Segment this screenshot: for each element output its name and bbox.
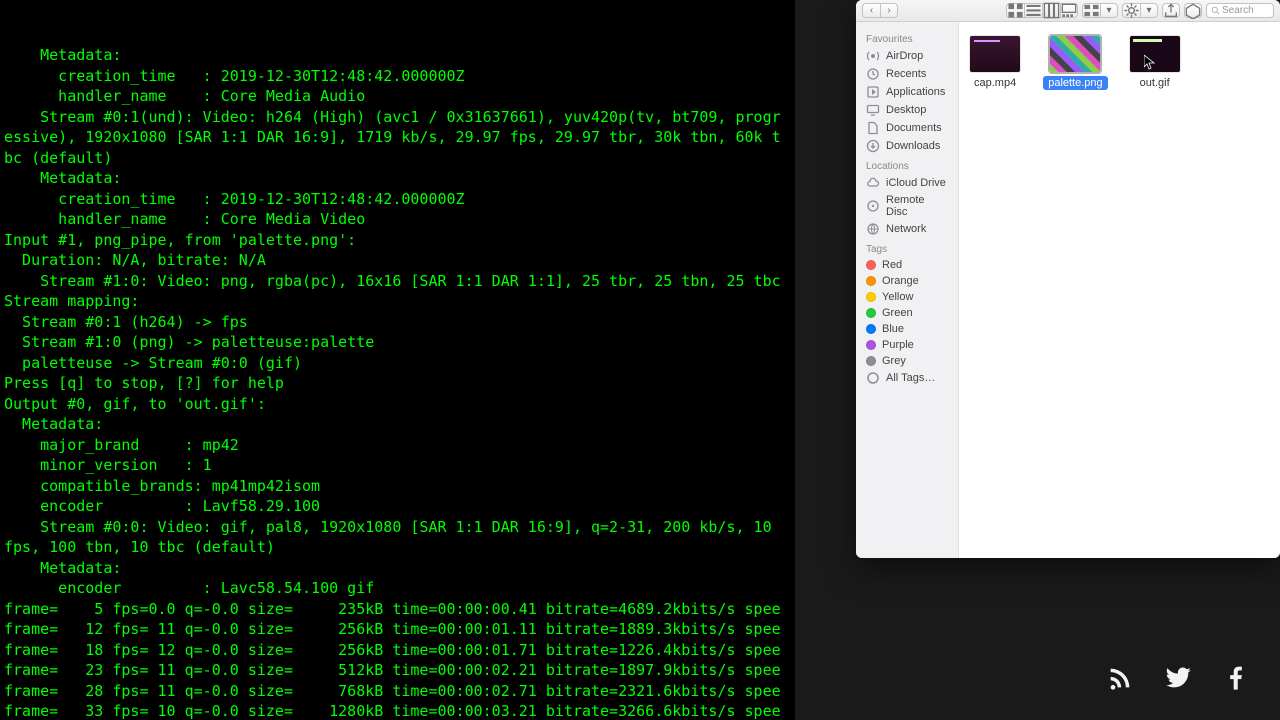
sidebar-item-label: Desktop: [886, 104, 926, 116]
search-icon: [1211, 6, 1220, 15]
sidebar-tag-yellow[interactable]: Yellow: [856, 289, 958, 305]
share-button[interactable]: [1162, 3, 1180, 18]
sidebar-item-label: Documents: [886, 122, 942, 134]
finder-window: ‹ › ▾ ▾: [856, 0, 1280, 558]
file-item[interactable]: out.gif: [1130, 36, 1180, 90]
sidebar-item-label: Blue: [882, 323, 904, 335]
clock-icon: [866, 67, 880, 81]
tag-dot-icon: [866, 276, 876, 286]
sidebar-item-label: Downloads: [886, 140, 940, 152]
facebook-icon[interactable]: [1222, 664, 1250, 697]
sidebar-item-label: Red: [882, 259, 902, 271]
sidebar-item-label: Grey: [882, 355, 906, 367]
sidebar-item-label: Recents: [886, 68, 926, 80]
sidebar-all-tags[interactable]: All Tags…: [856, 369, 958, 387]
tag-dot-icon: [866, 324, 876, 334]
tag-dot-icon: [866, 260, 876, 270]
sidebar-tag-green[interactable]: Green: [856, 305, 958, 321]
sidebar-item-label: Green: [882, 307, 913, 319]
globe-icon: [866, 222, 880, 236]
terminal-window[interactable]: Metadata: creation_time : 2019-12-30T12:…: [0, 0, 795, 720]
sidebar-item-desktop[interactable]: Desktop: [856, 101, 958, 119]
arrange-buttons: ▾: [1082, 3, 1118, 18]
search-field[interactable]: Search: [1206, 3, 1274, 18]
tag-dot-icon: [866, 308, 876, 318]
action-gear-button[interactable]: [1122, 3, 1140, 18]
sidebar-item-label: AirDrop: [886, 50, 923, 62]
file-label: cap.mp4: [969, 76, 1021, 90]
alltags-icon: [866, 371, 880, 385]
sidebar-item-icloud-drive[interactable]: iCloud Drive: [856, 174, 958, 192]
sidebar-tag-grey[interactable]: Grey: [856, 353, 958, 369]
cloud-icon: [866, 176, 880, 190]
file-thumbnail: [1130, 36, 1180, 72]
rss-icon[interactable]: [1106, 664, 1134, 697]
finder-content[interactable]: cap.mp4 palette.png out.gif: [959, 22, 1280, 558]
nav-buttons: ‹ ›: [862, 3, 898, 18]
sidebar-item-label: Yellow: [882, 291, 913, 303]
sidebar-item-remote-disc[interactable]: Remote Disc: [856, 192, 958, 220]
desktop-icon: [866, 103, 880, 117]
sidebar-tag-purple[interactable]: Purple: [856, 337, 958, 353]
sidebar-tag-blue[interactable]: Blue: [856, 321, 958, 337]
file-label: palette.png: [1043, 76, 1107, 90]
file-thumbnail: [970, 36, 1020, 72]
sidebar-item-recents[interactable]: Recents: [856, 65, 958, 83]
sidebar-tag-red[interactable]: Red: [856, 257, 958, 273]
file-item[interactable]: cap.mp4: [969, 36, 1021, 90]
app-icon: [866, 85, 880, 99]
tags-heading: Tags: [856, 238, 958, 257]
terminal-output: Metadata: creation_time : 2019-12-30T12:…: [4, 45, 791, 720]
view-mode-buttons: [1006, 3, 1078, 18]
page-footer: [795, 640, 1280, 720]
sidebar-item-downloads[interactable]: Downloads: [856, 137, 958, 155]
sidebar-item-airdrop[interactable]: AirDrop: [856, 47, 958, 65]
group-button[interactable]: [1082, 3, 1100, 18]
favourites-heading: Favourites: [856, 28, 958, 47]
file-item[interactable]: palette.png: [1043, 36, 1107, 90]
locations-heading: Locations: [856, 155, 958, 174]
sidebar-item-label: Remote Disc: [886, 194, 948, 218]
download-icon: [866, 139, 880, 153]
arrange-dropdown[interactable]: ▾: [1100, 3, 1118, 18]
airdrop-icon: [866, 49, 880, 63]
tag-dot-icon: [866, 340, 876, 350]
finder-toolbar: ‹ › ▾ ▾: [856, 0, 1280, 22]
tag-dot-icon: [866, 292, 876, 302]
disc-icon: [866, 199, 880, 213]
search-placeholder: Search: [1222, 5, 1254, 16]
finder-sidebar: Favourites AirDrop Recents Applications Des…: [856, 22, 959, 558]
action-dropdown[interactable]: ▾: [1140, 3, 1158, 18]
sidebar-item-label: Purple: [882, 339, 914, 351]
sidebar-tag-orange[interactable]: Orange: [856, 273, 958, 289]
sidebar-item-label: Network: [886, 223, 926, 235]
view-column-button[interactable]: [1042, 3, 1060, 18]
sidebar-item-label: Orange: [882, 275, 919, 287]
view-icon-button[interactable]: [1006, 3, 1024, 18]
tag-dot-icon: [866, 356, 876, 366]
sidebar-item-label: Applications: [886, 86, 945, 98]
twitter-icon[interactable]: [1164, 664, 1192, 697]
sidebar-item-label: iCloud Drive: [886, 177, 946, 189]
back-button[interactable]: ‹: [862, 3, 880, 18]
file-label: out.gif: [1135, 76, 1175, 90]
action-buttons: ▾: [1122, 3, 1158, 18]
file-thumbnail: [1050, 36, 1100, 72]
sidebar-item-label: All Tags…: [886, 372, 935, 384]
forward-button[interactable]: ›: [880, 3, 898, 18]
tags-button[interactable]: [1184, 3, 1202, 18]
sidebar-item-applications[interactable]: Applications: [856, 83, 958, 101]
sidebar-item-documents[interactable]: Documents: [856, 119, 958, 137]
view-gallery-button[interactable]: [1060, 3, 1078, 18]
view-list-button[interactable]: [1024, 3, 1042, 18]
sidebar-item-network[interactable]: Network: [856, 220, 958, 238]
doc-icon: [866, 121, 880, 135]
